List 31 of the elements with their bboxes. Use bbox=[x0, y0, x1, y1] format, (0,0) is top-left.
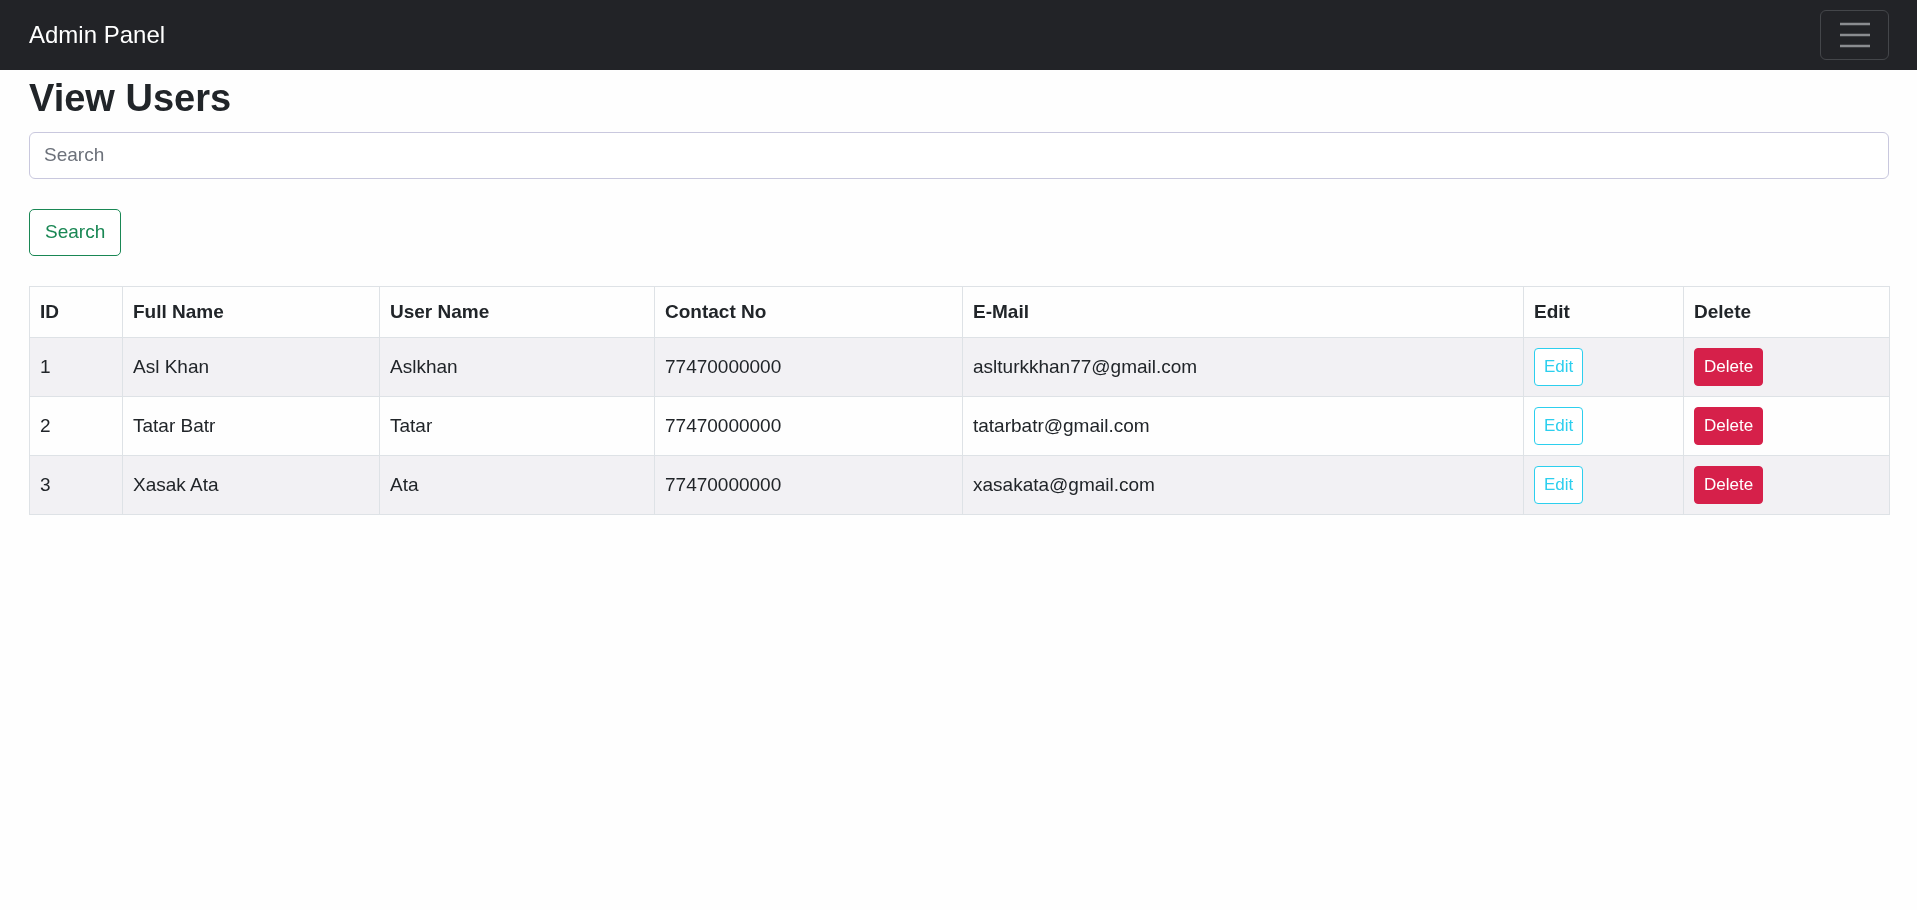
table-cell: Ata bbox=[379, 455, 655, 515]
column-header: ID bbox=[29, 286, 123, 338]
table-cell: Tatar Batr bbox=[122, 396, 380, 456]
delete-button[interactable]: Delete bbox=[1694, 465, 1764, 504]
table-cell: 3 bbox=[29, 455, 123, 515]
search-field[interactable]: Search bbox=[29, 131, 1889, 179]
table-cell: 1 bbox=[29, 337, 123, 397]
page-title: View Users bbox=[29, 76, 232, 121]
table-cell: tatarbatr@gmail.com bbox=[962, 396, 1524, 456]
delete-button[interactable]: Delete bbox=[1694, 347, 1764, 386]
column-header: E-Mail bbox=[962, 286, 1524, 338]
table-cell: 77470000000 bbox=[654, 455, 963, 515]
menu-button[interactable] bbox=[1820, 10, 1889, 60]
table-cell: Tatar bbox=[379, 396, 655, 456]
menu-icon bbox=[1838, 22, 1871, 48]
table-cell: Xasak Ata bbox=[122, 455, 380, 515]
search-button[interactable]: Search bbox=[29, 208, 122, 256]
table-cell: 77470000000 bbox=[654, 396, 963, 456]
navbar-brand[interactable]: Admin Panel bbox=[29, 21, 166, 49]
delete-button[interactable]: Delete bbox=[1694, 406, 1764, 445]
column-header: User Name bbox=[379, 286, 655, 338]
column-header: Contact No bbox=[654, 286, 963, 338]
table-cell: xasakata@gmail.com bbox=[962, 455, 1524, 515]
table-cell: 2 bbox=[29, 396, 123, 456]
table-cell: Aslkhan bbox=[379, 337, 655, 397]
table-cell: aslturkkhan77@gmail.com bbox=[962, 337, 1524, 397]
table-cell: 77470000000 bbox=[654, 337, 963, 397]
column-header: Delete bbox=[1683, 286, 1890, 338]
table-cell: Asl Khan bbox=[122, 337, 380, 397]
column-header: Full Name bbox=[122, 286, 380, 338]
column-header: Edit bbox=[1523, 286, 1684, 338]
